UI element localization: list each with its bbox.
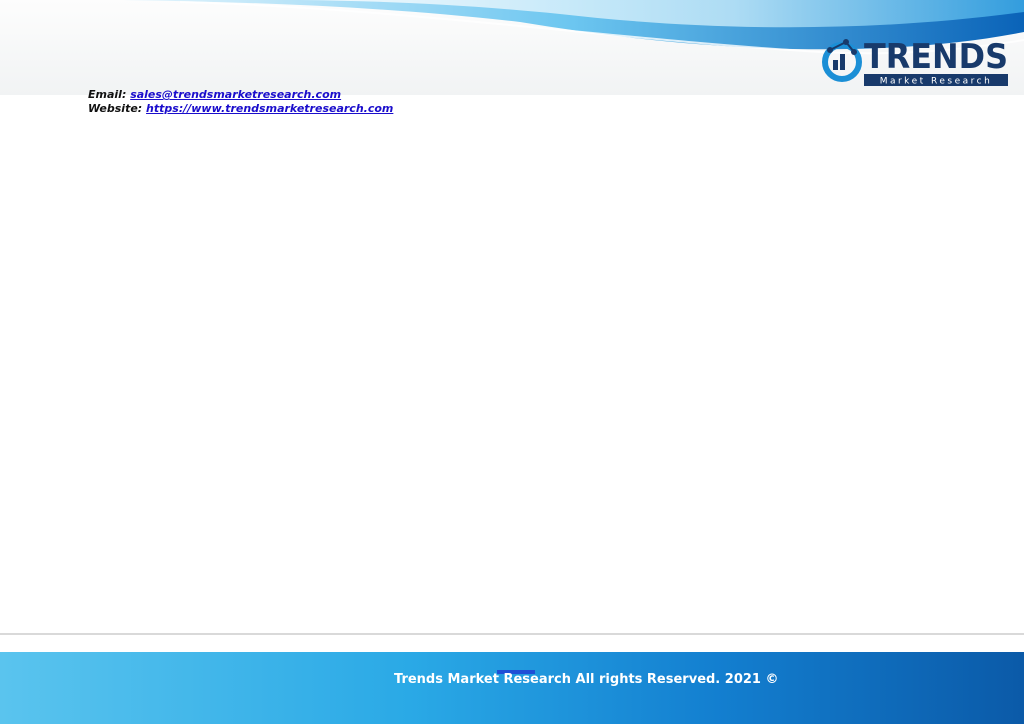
trends-logo: TRENDS Market Research [820, 34, 1010, 88]
footer-copyright: Trends Market Research All rights Reserv… [394, 672, 779, 687]
contact-info: Email: sales@trendsmarketresearch.com We… [88, 88, 393, 116]
website-line: Website: https://www.trendsmarketresearc… [88, 102, 393, 116]
website-link[interactable]: https://www.trendsmarketresearch.com [146, 102, 393, 115]
header-banner: TRENDS Market Research [0, 0, 1024, 95]
footer-bar: Trends Market Research All rights Reserv… [0, 652, 1024, 724]
website-label: Website: [88, 102, 143, 115]
email-link[interactable]: sales@trendsmarketresearch.com [130, 88, 341, 101]
footer-divider [0, 633, 1024, 635]
email-label: Email: [88, 88, 127, 101]
email-line: Email: sales@trendsmarketresearch.com [88, 88, 393, 102]
chart-magnifier-icon [822, 39, 862, 82]
logo-wordmark: TRENDS [864, 37, 1008, 77]
logo-tagline: Market Research [880, 77, 993, 87]
